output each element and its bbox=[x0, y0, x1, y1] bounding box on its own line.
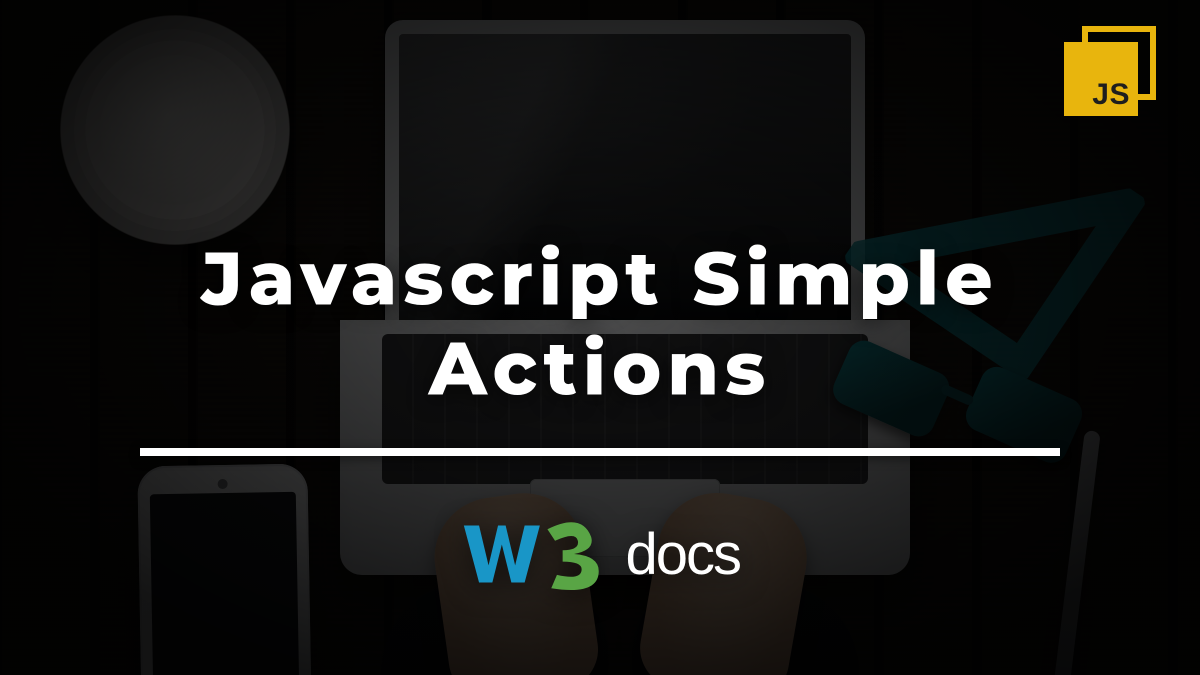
w3docs-logo: docs bbox=[460, 516, 740, 592]
w3docs-logo-mark-icon bbox=[460, 516, 623, 592]
javascript-logo-icon: JS bbox=[1064, 26, 1164, 116]
hero-banner: JS Javascript Simple Actions docs bbox=[0, 0, 1200, 675]
w3docs-logo-text: docs bbox=[625, 521, 740, 588]
title-underline bbox=[140, 448, 1060, 456]
javascript-logo-label: JS bbox=[1064, 42, 1138, 116]
page-title: Javascript Simple Actions bbox=[130, 234, 1070, 415]
